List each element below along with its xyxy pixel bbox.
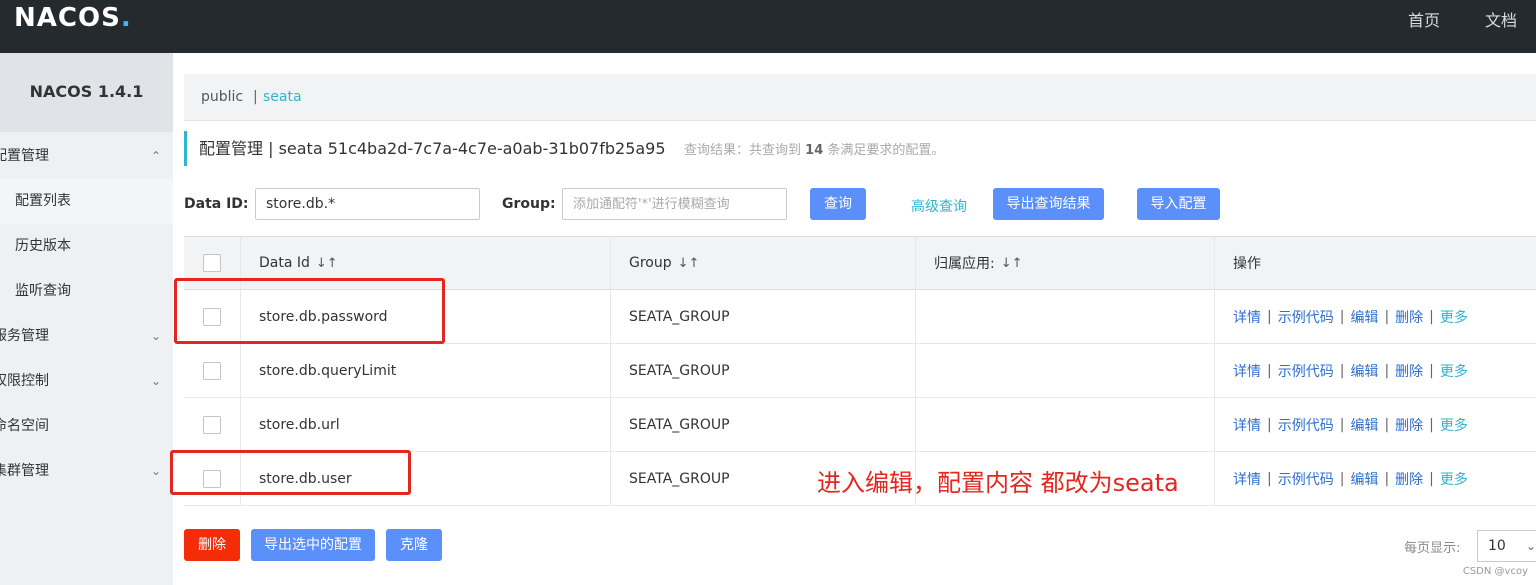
row-actions: 详情 | 示例代码 | 编辑 | 删除 | 更多	[1233, 361, 1468, 381]
page-size-label: 每页显示:	[1404, 541, 1461, 556]
delete-link[interactable]: 删除	[1395, 307, 1423, 327]
row-checkbox[interactable]	[203, 415, 221, 434]
namespace-public-link[interactable]: public	[201, 89, 243, 105]
sidebar-item-config-list[interactable]: 配置列表	[0, 179, 173, 224]
sample-code-link[interactable]: 示例代码	[1278, 469, 1334, 489]
table-row: store.db.url SEATA_GROUP 详情 | 示例代码 | 编辑 | 删除 | 更…	[184, 398, 1536, 452]
top-navbar: NACOS. 首页 文档	[0, 0, 1536, 53]
sample-code-link[interactable]: 示例代码	[1278, 361, 1334, 381]
sort-icon[interactable]: ↓↑	[678, 256, 700, 271]
export-selected-button[interactable]: 导出选中的配置	[251, 529, 375, 561]
detail-link[interactable]: 详情	[1233, 415, 1261, 435]
query-result-summary: 查询结果：共查询到 14 条满足要求的配置。	[684, 143, 945, 158]
row-actions: 详情 | 示例代码 | 编辑 | 删除 | 更多	[1233, 307, 1468, 327]
sidebar-item-history[interactable]: 历史版本	[0, 224, 173, 269]
annotation-highlight-box	[174, 278, 445, 344]
row-app	[916, 398, 1215, 451]
row-group: SEATA_GROUP	[611, 398, 916, 451]
more-link[interactable]: 更多	[1440, 469, 1468, 489]
chevron-up-icon: ⌃	[150, 149, 161, 163]
group-input[interactable]	[562, 188, 787, 220]
config-table: Data Id ↓↑ Group ↓↑ 归属应用: ↓↑ 操作 store.db.pa…	[184, 236, 1536, 506]
edit-link[interactable]: 编辑	[1350, 415, 1378, 435]
row-dataid: store.db.queryLimit	[241, 344, 611, 397]
chevron-down-icon: ⌄	[150, 464, 161, 478]
query-button[interactable]: 查询	[810, 188, 866, 220]
chevron-down-icon: ⌄	[150, 329, 161, 343]
column-header-group[interactable]: Group ↓↑	[611, 237, 916, 289]
sample-code-link[interactable]: 示例代码	[1278, 415, 1334, 435]
sort-icon[interactable]: ↓↑	[1001, 256, 1023, 271]
dataid-label: Data ID:	[184, 196, 249, 212]
row-dataid: store.db.url	[241, 398, 611, 451]
annotation-highlight-box	[170, 450, 411, 495]
detail-link[interactable]: 详情	[1233, 307, 1261, 327]
row-actions: 详情 | 示例代码 | 编辑 | 删除 | 更多	[1233, 469, 1468, 489]
nav-home-link[interactable]: 首页	[1408, 7, 1440, 31]
delete-link[interactable]: 删除	[1395, 415, 1423, 435]
column-header-ops: 操作	[1233, 256, 1261, 272]
namespace-seata-link[interactable]: seata	[263, 89, 302, 105]
nav-docs-link[interactable]: 文档	[1485, 7, 1517, 31]
more-link[interactable]: 更多	[1440, 415, 1468, 435]
annotation-text: 进入编辑，配置内容 都改为seata	[817, 469, 1179, 497]
clone-button[interactable]: 克隆	[386, 529, 442, 561]
sidebar-item-config-management[interactable]: 配置管理 ⌃	[0, 134, 166, 179]
more-link[interactable]: 更多	[1440, 361, 1468, 381]
detail-link[interactable]: 详情	[1233, 361, 1261, 381]
sidebar-item-cluster-management[interactable]: 集群管理 ⌄	[0, 449, 166, 494]
nacos-logo[interactable]: NACOS.	[14, 3, 132, 33]
row-app	[916, 290, 1215, 343]
dataid-input[interactable]	[255, 188, 480, 220]
row-group: SEATA_GROUP	[611, 290, 916, 343]
export-query-results-button[interactable]: 导出查询结果	[993, 188, 1104, 220]
namespace-bar: public | seata	[184, 74, 1536, 121]
delete-link[interactable]: 删除	[1395, 469, 1423, 489]
detail-link[interactable]: 详情	[1233, 469, 1261, 489]
row-checkbox[interactable]	[203, 361, 221, 380]
edit-link[interactable]: 编辑	[1350, 361, 1378, 381]
sample-code-link[interactable]: 示例代码	[1278, 307, 1334, 327]
delete-selected-button[interactable]: 删除	[184, 529, 240, 561]
namespace-separator: |	[253, 89, 258, 105]
watermark: CSDN @vcoy	[1462, 566, 1528, 577]
row-app	[916, 344, 1215, 397]
row-actions: 详情 | 示例代码 | 编辑 | 删除 | 更多	[1233, 415, 1468, 435]
advanced-query-link[interactable]: 高级查询	[911, 196, 967, 216]
sidebar-item-listener-query[interactable]: 监听查询	[0, 269, 173, 314]
sidebar-version-title: NACOS 1.4.1	[0, 53, 173, 132]
edit-link[interactable]: 编辑	[1350, 469, 1378, 489]
edit-link[interactable]: 编辑	[1350, 307, 1378, 327]
sort-icon[interactable]: ↓↑	[316, 256, 338, 271]
sidebar: NACOS 1.4.1 配置管理 ⌃ 配置列表 历史版本 监听查询 服务管理 ⌄…	[0, 53, 173, 585]
column-header-app[interactable]: 归属应用: ↓↑	[916, 237, 1215, 289]
select-all-checkbox[interactable]	[203, 254, 221, 272]
delete-link[interactable]: 删除	[1395, 361, 1423, 381]
chevron-down-icon: ⌄	[150, 374, 161, 388]
more-link[interactable]: 更多	[1440, 307, 1468, 327]
import-config-button[interactable]: 导入配置	[1137, 188, 1220, 220]
table-row: store.db.queryLimit SEATA_GROUP 详情 | 示例代码 |…	[184, 344, 1536, 398]
row-group: SEATA_GROUP	[611, 344, 916, 397]
chevron-down-icon: ⌄	[1526, 539, 1536, 553]
page-size-select[interactable]: 10 ⌄	[1477, 530, 1536, 562]
sidebar-item-service-management[interactable]: 服务管理 ⌄	[0, 314, 166, 359]
page-title: 配置管理 | seata 51c4ba2d-7c7a-4c7e-a0ab-31b…	[184, 131, 944, 166]
sidebar-item-namespace[interactable]: 命名空间	[0, 404, 166, 449]
sidebar-item-access-control[interactable]: 权限控制 ⌄	[0, 359, 166, 404]
group-label: Group:	[502, 196, 556, 212]
